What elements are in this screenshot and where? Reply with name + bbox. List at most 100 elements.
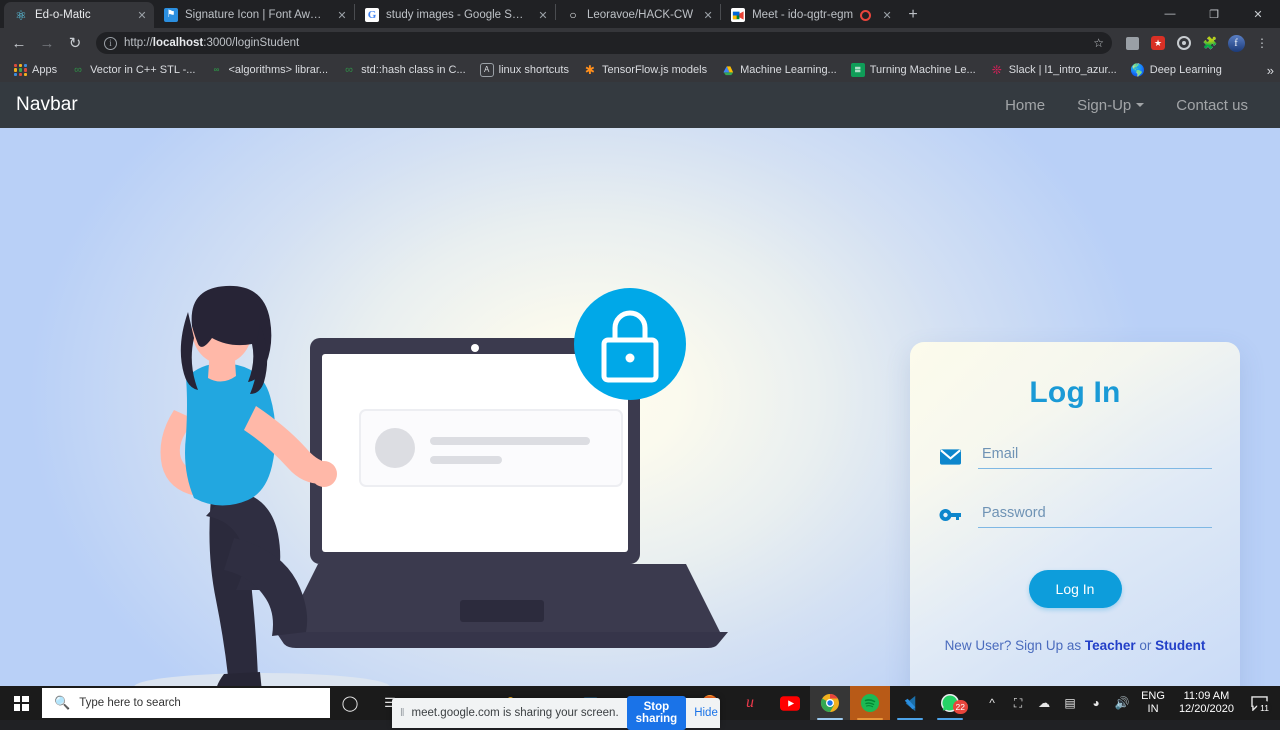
browser-window: ⚛ Ed-o-Matic ✕ ⚑ Signature Icon | Font A… xyxy=(0,0,1280,686)
profile-avatar[interactable]: f xyxy=(1224,31,1248,55)
window-minimize-button[interactable]: — xyxy=(1148,0,1192,28)
language-line-1: ENG xyxy=(1141,690,1165,702)
clock[interactable]: 11:09 AM 12/20/2020 xyxy=(1171,690,1242,716)
browser-tab-0[interactable]: ⚛ Ed-o-Matic ✕ xyxy=(4,2,154,28)
action-center-button[interactable]: 11 xyxy=(1242,686,1276,720)
wifi-icon[interactable]: ◕ xyxy=(1083,686,1109,720)
tab-strip: ⚛ Ed-o-Matic ✕ ⚑ Signature Icon | Font A… xyxy=(0,0,1280,28)
bookmark-item-5[interactable]: ✱ TensorFlow.js models xyxy=(577,60,713,80)
illustration-svg xyxy=(134,285,728,686)
nav-link-sign-up[interactable]: Sign-Up xyxy=(1061,89,1160,122)
taskbar-whatsapp-icon[interactable]: 22 xyxy=(930,686,970,720)
window-maximize-button[interactable]: ❐ xyxy=(1192,0,1236,28)
nav-link-contact-us[interactable]: Contact us xyxy=(1160,89,1264,122)
reload-button[interactable]: ↻ xyxy=(62,30,88,56)
tab-recording-indicator-icon xyxy=(860,9,872,21)
site-info-icon[interactable]: i xyxy=(104,36,117,50)
share-message: meet.google.com is sharing your screen. xyxy=(411,707,619,719)
bookmark-label: <algorithms> librar... xyxy=(228,64,329,76)
start-button[interactable] xyxy=(0,686,42,720)
taskbar-chrome-icon[interactable] xyxy=(810,686,850,720)
extension-red-icon[interactable]: ★ xyxy=(1146,31,1170,55)
taskbar-vscode-icon[interactable] xyxy=(890,686,930,720)
new-tab-button[interactable]: + xyxy=(899,2,927,28)
drive-glyph xyxy=(723,65,733,75)
login-illustration xyxy=(110,282,750,686)
password-input[interactable] xyxy=(978,503,1212,528)
system-tray: ^ ⛶ ☁ ▤ ◕ 🔊 ENG IN 11:09 AM 12/20/2020 1… xyxy=(979,686,1280,720)
address-bar-url: http://localhost:3000/loginStudent xyxy=(124,37,300,49)
slack-icon: ❊ xyxy=(991,63,1002,77)
nav-link-home[interactable]: Home xyxy=(989,89,1061,122)
navbar-brand[interactable]: Navbar xyxy=(16,94,78,116)
password-field-wrap xyxy=(978,503,1212,528)
browser-tab-2[interactable]: G study images - Google Search ✕ xyxy=(355,2,555,28)
bookmarks-overflow-icon[interactable]: » xyxy=(1267,63,1274,78)
browser-tab-3[interactable]: ○ Leoravoe/HACK-CW ✕ xyxy=(556,2,720,28)
tab-close-icon[interactable]: ✕ xyxy=(700,7,716,23)
login-submit-button[interactable]: Log In xyxy=(1028,570,1122,608)
tab-close-icon[interactable]: ✕ xyxy=(334,7,350,23)
browser-tab-1[interactable]: ⚑ Signature Icon | Font Awesome ✕ xyxy=(154,2,354,28)
language-indicator[interactable]: ENG IN xyxy=(1135,690,1171,716)
webcam-icon[interactable]: ⛶ xyxy=(1005,686,1031,720)
tab-close-icon[interactable]: ✕ xyxy=(879,7,895,23)
taskbar-unacademy-icon[interactable]: u xyxy=(730,686,770,720)
taskbar-search-box[interactable]: 🔍 Type here to search xyxy=(42,688,330,718)
bookmark-item-7[interactable]: ≣ Turning Machine Le... xyxy=(845,60,982,80)
bookmark-item-8[interactable]: ❊ Slack | l1_intro_azur... xyxy=(984,60,1123,80)
envelope-glyph xyxy=(939,449,961,465)
bookmark-star-icon[interactable]: ☆ xyxy=(1093,36,1106,50)
language-line-2: IN xyxy=(1147,703,1159,715)
address-bar[interactable]: i http://localhost:3000/loginStudent ☆ xyxy=(96,32,1112,54)
bookmark-label: Deep Learning xyxy=(1149,64,1222,76)
chevron-up-icon[interactable]: ^ xyxy=(979,686,1005,720)
geeksforgeeks-icon: ∞ xyxy=(345,63,354,76)
signup-prefix: New User? Sign Up as xyxy=(944,638,1085,653)
signup-student-link[interactable]: Student xyxy=(1155,638,1205,653)
chrome-menu-icon[interactable]: ⋮ xyxy=(1250,31,1274,55)
drag-handle-icon[interactable]: ‖ xyxy=(400,707,404,719)
sheets-icon: ≣ xyxy=(850,63,865,77)
email-input[interactable] xyxy=(978,444,1212,469)
cortana-circle-icon[interactable]: ◯ xyxy=(330,686,370,720)
navbar-links: Home Sign-Up Contact us xyxy=(989,89,1264,122)
stop-sharing-button[interactable]: Stop sharing xyxy=(626,696,687,730)
tab-title: Leoravoe/HACK-CW xyxy=(587,9,694,21)
extensions-puzzle-icon[interactable]: 🧩 xyxy=(1198,31,1222,55)
battery-icon[interactable]: ▤ xyxy=(1057,686,1083,720)
extension-generic-icon[interactable] xyxy=(1120,31,1144,55)
bookmark-item-4[interactable]: A linux shortcuts xyxy=(474,60,575,80)
tab-close-icon[interactable]: ✕ xyxy=(134,7,150,23)
whatsapp-badge: 22 xyxy=(952,700,968,714)
tab-close-icon[interactable]: ✕ xyxy=(535,7,551,23)
volume-icon[interactable]: 🔊 xyxy=(1109,686,1135,720)
bookmark-label: Apps xyxy=(32,64,58,76)
email-field-row xyxy=(938,444,1212,469)
browser-tab-4[interactable]: Meet - ido-qgtr-egm ✕ xyxy=(721,2,899,28)
browser-toolbar: ← → ↻ i http://localhost:3000/loginStude… xyxy=(0,28,1280,58)
taskbar-youtube-icon[interactable] xyxy=(770,686,810,720)
bookmark-item-6[interactable]: Machine Learning... xyxy=(715,60,843,80)
bookmark-apps[interactable]: Apps xyxy=(8,61,63,80)
bookmark-label: Vector in C++ STL -... xyxy=(90,64,196,76)
bookmark-label: TensorFlow.js models xyxy=(601,64,708,76)
bookmark-item-2[interactable]: ∞ <algorithms> librar... xyxy=(203,60,334,80)
tab-title: study images - Google Search xyxy=(386,9,528,21)
forward-button[interactable]: → xyxy=(34,30,60,56)
tensorflow-icon: ✱ xyxy=(584,63,595,77)
back-button[interactable]: ← xyxy=(6,30,32,56)
screen-share-notification: ‖ meet.google.com is sharing your screen… xyxy=(392,696,720,730)
window-close-button[interactable]: ✕ xyxy=(1236,0,1280,28)
signup-teacher-link[interactable]: Teacher xyxy=(1085,638,1136,653)
signup-prompt: New User? Sign Up as Teacher or Student xyxy=(945,638,1206,653)
extension-ring-icon[interactable] xyxy=(1172,31,1196,55)
onedrive-icon[interactable]: ☁ xyxy=(1031,686,1057,720)
taskbar-spotify-icon[interactable] xyxy=(850,686,890,720)
bookmark-item-3[interactable]: ∞ std::hash class in C... xyxy=(336,60,472,80)
bookmark-label: std::hash class in C... xyxy=(361,64,466,76)
bookmark-item-1[interactable]: ∞ Vector in C++ STL -... xyxy=(65,60,201,80)
bookmark-item-9[interactable]: 🌎 Deep Learning xyxy=(1125,60,1228,80)
hide-share-bar-button[interactable]: Hide xyxy=(694,707,718,719)
email-field-wrap xyxy=(978,444,1212,469)
